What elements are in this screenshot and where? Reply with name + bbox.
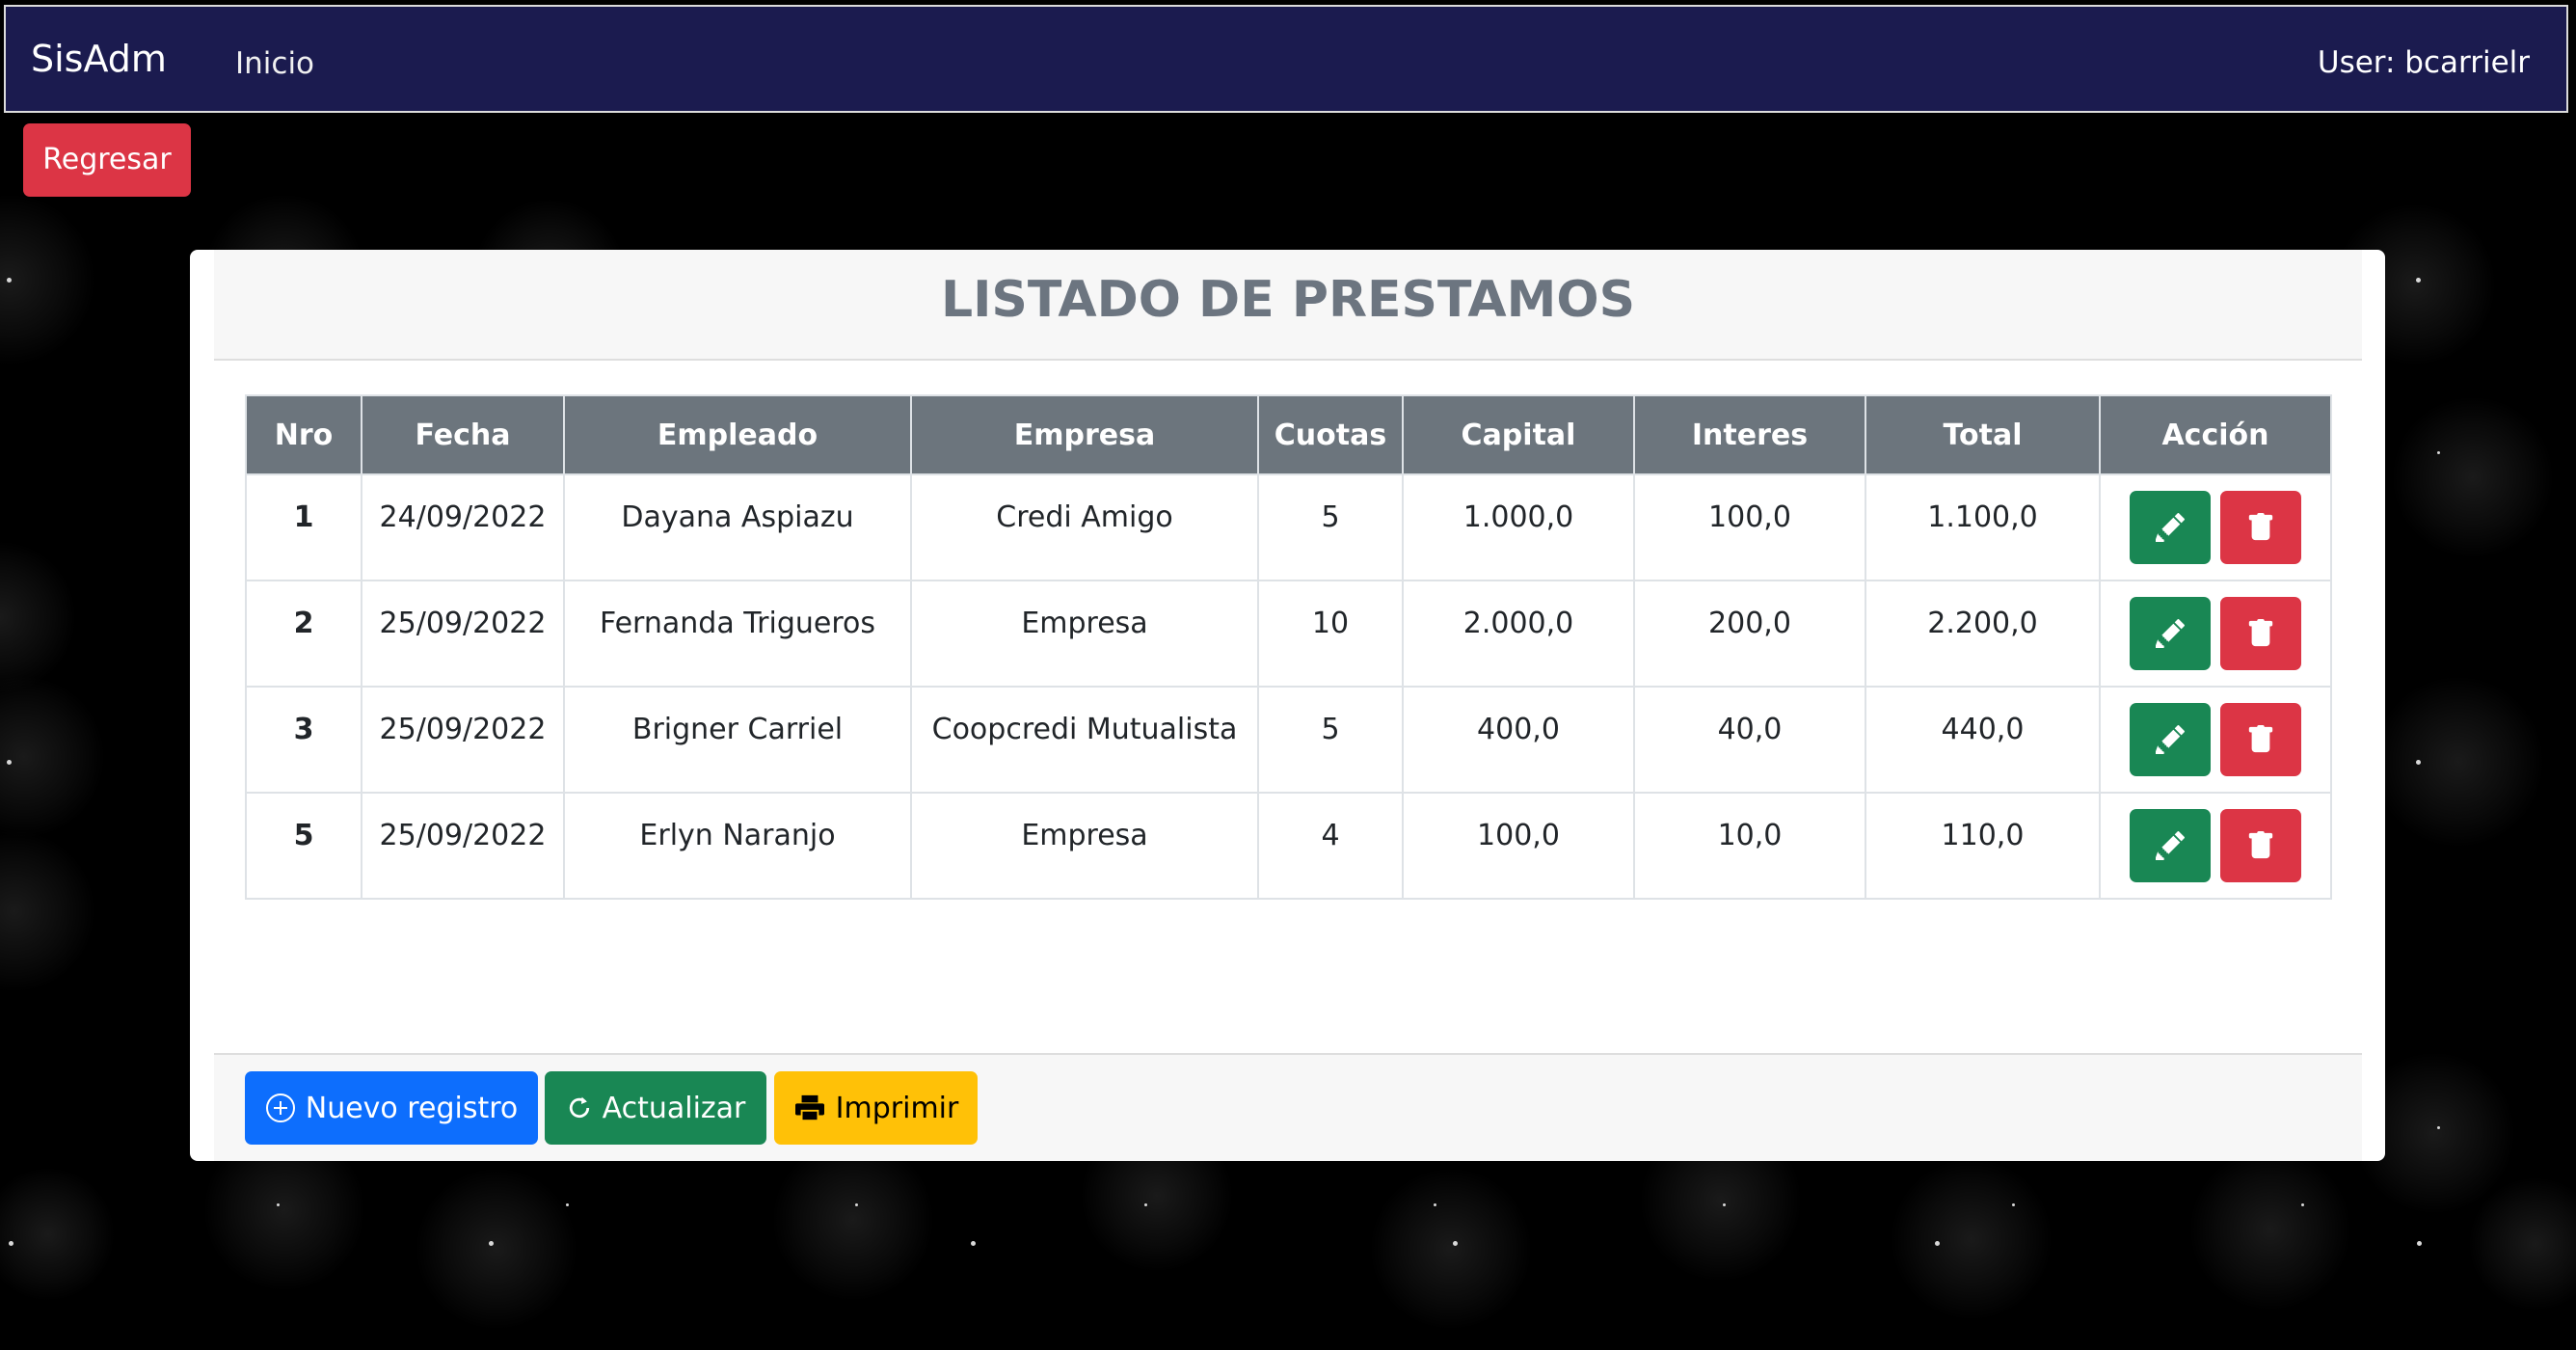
print-label: Imprimir xyxy=(835,1091,959,1125)
user-label: User: bcarrielr xyxy=(2317,45,2530,80)
cell-fecha: 25/09/2022 xyxy=(379,713,547,746)
row-actions xyxy=(2101,581,2330,670)
cell-cuotas: 5 xyxy=(1321,500,1340,534)
cell-fecha: 25/09/2022 xyxy=(379,819,547,852)
pencil-icon xyxy=(2156,831,2185,860)
row-actions xyxy=(2101,794,2330,882)
refresh-label: Actualizar xyxy=(602,1091,746,1125)
cell-fecha: 24/09/2022 xyxy=(379,500,547,534)
cell-cuotas: 5 xyxy=(1321,713,1340,746)
card-footer: Nuevo registro Actualizar Imprimir xyxy=(214,1053,2362,1161)
cell-interes: 100,0 xyxy=(1708,500,1791,534)
cell-nro: 1 xyxy=(293,500,314,534)
cell-empresa: Empresa xyxy=(1021,819,1148,852)
column-header-interes: Interes xyxy=(1633,394,1866,475)
cell-interes: 200,0 xyxy=(1708,607,1791,640)
cell-capital: 400,0 xyxy=(1477,713,1560,746)
cell-interes: 10,0 xyxy=(1717,819,1783,852)
cell-empresa: Credi Amigo xyxy=(996,500,1173,534)
back-button[interactable]: Regresar xyxy=(23,123,191,197)
column-header-accion: Acción xyxy=(2099,394,2332,475)
loans-table: Nro Fecha Empleado Empresa Cuotas Capita… xyxy=(245,394,2332,900)
cell-capital: 2.000,0 xyxy=(1462,607,1574,640)
column-header-fecha: Fecha xyxy=(361,394,565,475)
plus-circle-icon xyxy=(265,1094,295,1122)
new-record-button[interactable]: Nuevo registro xyxy=(245,1071,538,1145)
cell-interes: 40,0 xyxy=(1717,713,1783,746)
cell-nro: 2 xyxy=(293,607,314,640)
card-header: LISTADO DE PRESTAMOS xyxy=(214,250,2362,361)
cell-empleado: Erlyn Naranjo xyxy=(639,819,836,852)
column-header-empresa: Empresa xyxy=(910,394,1259,475)
delete-button[interactable] xyxy=(2220,703,2301,776)
edit-button[interactable] xyxy=(2130,597,2211,670)
cell-nro: 5 xyxy=(293,819,314,852)
edit-button[interactable] xyxy=(2130,703,2211,776)
column-header-cuotas: Cuotas xyxy=(1257,394,1404,475)
brand-logo[interactable]: SisAdm xyxy=(31,40,167,77)
cell-capital: 1.000,0 xyxy=(1462,500,1574,534)
cell-fecha: 25/09/2022 xyxy=(379,607,547,640)
nav-link-inicio[interactable]: Inicio xyxy=(235,49,314,79)
column-header-capital: Capital xyxy=(1402,394,1635,475)
column-header-nro: Nro xyxy=(245,394,362,475)
cell-total: 1.100,0 xyxy=(1927,500,2038,534)
trash-icon xyxy=(2248,513,2273,541)
cell-empresa: Coopcredi Mutualista xyxy=(931,713,1238,746)
table-header-row: Nro Fecha Empleado Empresa Cuotas Capita… xyxy=(245,394,2332,475)
cell-cuotas: 10 xyxy=(1311,607,1350,640)
trash-icon xyxy=(2248,619,2273,647)
top-navbar: SisAdm Inicio User: bcarrielr xyxy=(4,5,2568,113)
loans-card: LISTADO DE PRESTAMOS Nro Fecha Empleado … xyxy=(190,250,2385,1161)
trash-icon xyxy=(2248,831,2273,859)
row-actions xyxy=(2101,688,2330,776)
pencil-icon xyxy=(2156,619,2185,648)
cell-empresa: Empresa xyxy=(1021,607,1148,640)
delete-button[interactable] xyxy=(2220,491,2301,564)
cell-nro: 3 xyxy=(293,713,314,746)
cell-total: 440,0 xyxy=(1941,713,2025,746)
table-row: 2 25/09/2022 Fernanda Trigueros Empresa … xyxy=(245,580,2332,688)
table-row: 3 25/09/2022 Brigner Carriel Coopcredi M… xyxy=(245,686,2332,794)
delete-button[interactable] xyxy=(2220,809,2301,882)
cell-total: 2.200,0 xyxy=(1927,607,2038,640)
new-record-label: Nuevo registro xyxy=(305,1091,519,1125)
delete-button[interactable] xyxy=(2220,597,2301,670)
edit-button[interactable] xyxy=(2130,809,2211,882)
table-row: 5 25/09/2022 Erlyn Naranjo Empresa 4 100… xyxy=(245,792,2332,900)
cell-empleado: Fernanda Trigueros xyxy=(599,607,875,640)
column-header-total: Total xyxy=(1865,394,2101,475)
cell-capital: 100,0 xyxy=(1477,819,1560,852)
cell-empleado: Dayana Aspiazu xyxy=(621,500,854,534)
print-button[interactable]: Imprimir xyxy=(774,1071,978,1145)
cell-total: 110,0 xyxy=(1941,819,2025,852)
page-title: LISTADO DE PRESTAMOS xyxy=(940,271,1636,329)
table-row: 1 24/09/2022 Dayana Aspiazu Credi Amigo … xyxy=(245,473,2332,581)
pencil-icon xyxy=(2156,725,2185,754)
pencil-icon xyxy=(2156,513,2185,542)
column-header-empleado: Empleado xyxy=(563,394,912,475)
cell-empleado: Brigner Carriel xyxy=(631,713,844,746)
row-actions xyxy=(2101,475,2330,564)
edit-button[interactable] xyxy=(2130,491,2211,564)
refresh-button[interactable]: Actualizar xyxy=(545,1071,766,1145)
cell-cuotas: 4 xyxy=(1321,819,1340,852)
trash-icon xyxy=(2248,725,2273,753)
printer-icon xyxy=(794,1094,824,1122)
refresh-icon xyxy=(569,1096,589,1119)
